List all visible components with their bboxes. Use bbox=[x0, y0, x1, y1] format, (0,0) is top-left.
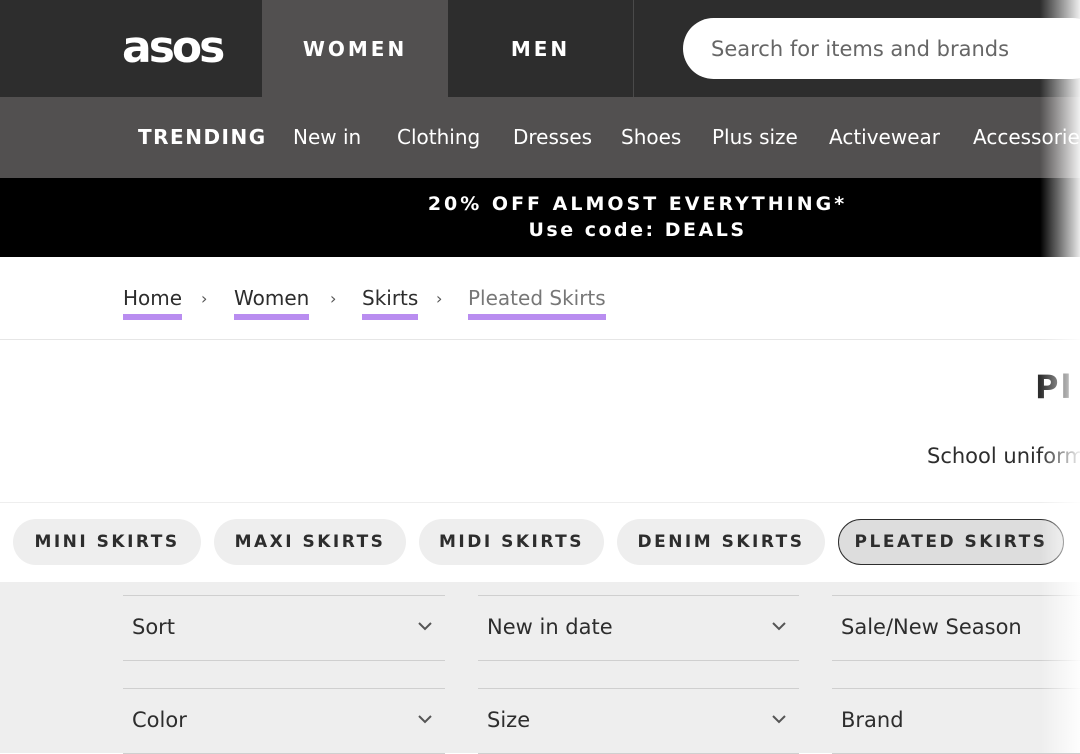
promo-banner[interactable]: 20% OFF ALMOST EVERYTHING* Use code: DEA… bbox=[0, 178, 1080, 257]
asos-logo[interactable]: asos bbox=[122, 24, 225, 72]
filter-sale-new-season-label: Sale/New Season bbox=[841, 615, 1022, 639]
nav-item-plus-size[interactable]: Plus size bbox=[712, 125, 798, 149]
promo-headline: 20% OFF ALMOST EVERYTHING* bbox=[427, 193, 848, 215]
breadcrumb-skirts[interactable]: Skirts bbox=[362, 286, 419, 320]
chevron-down-icon bbox=[418, 715, 432, 724]
chevron-down-icon bbox=[772, 622, 786, 631]
chip-pleated-skirts[interactable]: PLEATED SKIRTS bbox=[838, 519, 1064, 565]
promo-code: Use code: DEALS bbox=[528, 219, 747, 241]
breadcrumb-current: Pleated Skirts bbox=[468, 286, 606, 320]
search-input[interactable] bbox=[709, 32, 1080, 66]
chevron-down-icon bbox=[418, 622, 432, 631]
category-chips: MINI SKIRTS MAXI SKIRTS MIDI SKIRTS DENI… bbox=[0, 502, 1080, 582]
chip-denim-skirts[interactable]: DENIM SKIRTS bbox=[617, 519, 825, 565]
nav-item-trending[interactable]: TRENDING bbox=[138, 125, 267, 149]
breadcrumb-skirts-label: Skirts bbox=[362, 286, 419, 310]
filter-size[interactable]: Size bbox=[478, 688, 799, 754]
breadcrumb-underline bbox=[123, 314, 183, 320]
breadcrumb-separator: › bbox=[330, 289, 337, 308]
filter-new-in-date-label: New in date bbox=[487, 615, 613, 639]
nav-item-clothing[interactable]: Clothing bbox=[397, 125, 480, 149]
category-nav: TRENDING New in Clothing Dresses Shoes P… bbox=[0, 97, 1080, 178]
breadcrumb-current-label: Pleated Skirts bbox=[468, 286, 606, 310]
breadcrumb-separator: › bbox=[436, 289, 443, 308]
breadcrumb-home[interactable]: Home bbox=[123, 286, 183, 320]
filter-panel: Sort New in date Sale/New Season Color S… bbox=[0, 582, 1080, 754]
nav-item-activewear[interactable]: Activewear bbox=[829, 125, 940, 149]
filter-sale-new-season[interactable]: Sale/New Season bbox=[832, 595, 1080, 661]
filter-new-in-date[interactable]: New in date bbox=[478, 595, 799, 661]
nav-item-dresses[interactable]: Dresses bbox=[513, 125, 592, 149]
nav-item-new-in[interactable]: New in bbox=[293, 125, 361, 149]
breadcrumb-underline bbox=[234, 314, 310, 320]
breadcrumb-separator: › bbox=[201, 289, 208, 308]
filter-size-label: Size bbox=[487, 708, 531, 732]
tab-men[interactable]: MEN bbox=[448, 0, 634, 97]
filter-sort[interactable]: Sort bbox=[123, 595, 445, 661]
filter-brand-label: Brand bbox=[841, 708, 904, 732]
filter-color[interactable]: Color bbox=[123, 688, 445, 754]
page-subtitle: School uniform bbox=[927, 444, 1080, 468]
breadcrumb-home-label: Home bbox=[123, 286, 183, 310]
filter-sort-label: Sort bbox=[132, 615, 176, 639]
tab-women[interactable]: WOMEN bbox=[262, 0, 448, 97]
breadcrumb: Home › Women › Skirts › Pleated Skirts bbox=[0, 258, 1080, 340]
filter-brand[interactable]: Brand bbox=[832, 688, 1080, 754]
breadcrumb-underline bbox=[468, 314, 606, 320]
top-bar: asos WOMEN MEN bbox=[0, 0, 1080, 97]
breadcrumb-women-label: Women bbox=[234, 286, 310, 310]
breadcrumb-underline bbox=[362, 314, 419, 320]
chip-maxi-skirts[interactable]: MAXI SKIRTS bbox=[214, 519, 406, 565]
chip-midi-skirts[interactable]: MIDI SKIRTS bbox=[419, 519, 604, 565]
nav-item-shoes[interactable]: Shoes bbox=[621, 125, 681, 149]
nav-item-accessories[interactable]: Accessories bbox=[973, 125, 1080, 149]
page-title: Pl bbox=[1035, 368, 1074, 406]
chevron-down-icon bbox=[772, 715, 786, 724]
breadcrumb-women[interactable]: Women bbox=[234, 286, 310, 320]
search-box bbox=[683, 18, 1080, 79]
filter-color-label: Color bbox=[132, 708, 187, 732]
chip-mini-skirts[interactable]: MINI SKIRTS bbox=[13, 519, 201, 565]
